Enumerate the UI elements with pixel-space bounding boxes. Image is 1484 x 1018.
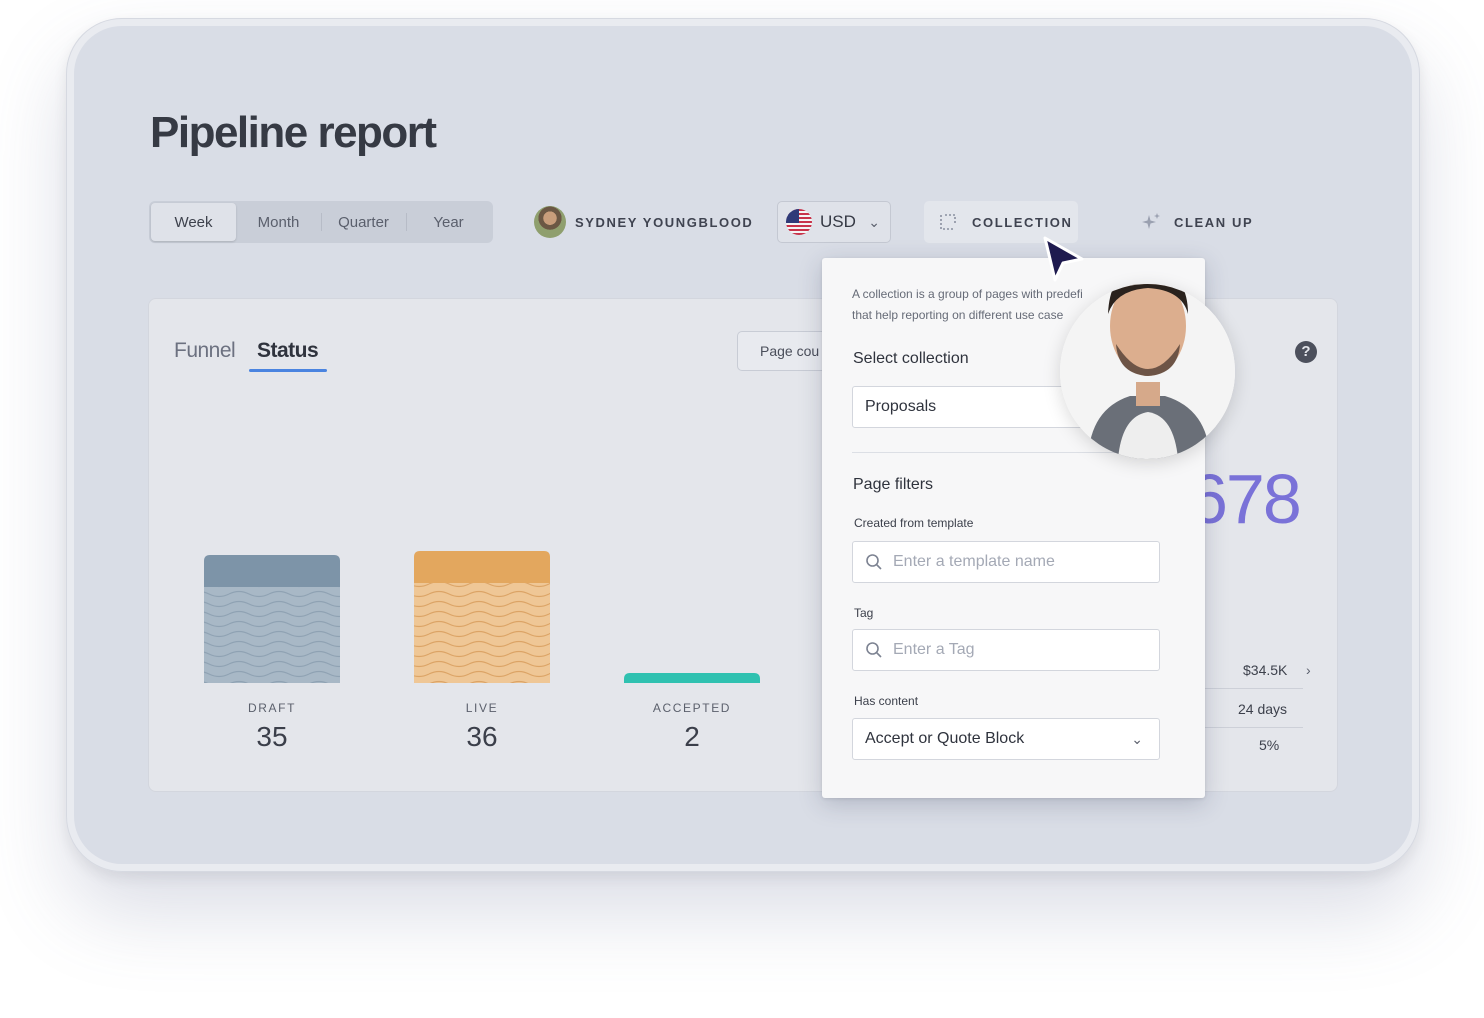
bar-pattern xyxy=(414,583,550,683)
divider xyxy=(1189,688,1303,689)
collection-label: COLLECTION xyxy=(972,214,1073,230)
avatar xyxy=(534,206,566,238)
chevron-right-icon[interactable]: › xyxy=(1306,662,1311,678)
bar-category-label: ACCEPTED xyxy=(652,701,732,715)
tag-placeholder: Enter a Tag xyxy=(893,641,975,658)
tag-search-input[interactable]: Enter a Tag xyxy=(852,629,1160,671)
help-icon[interactable]: ? xyxy=(1295,341,1317,363)
chart-canvas xyxy=(204,551,760,683)
chart-bar-draft[interactable] xyxy=(204,555,340,683)
user-filter-button[interactable]: SYDNEY YOUNGBLOOD xyxy=(534,206,753,238)
collection-select-value: Proposals xyxy=(865,398,937,415)
period-month-button[interactable]: Month xyxy=(236,203,321,241)
user-photo xyxy=(1060,284,1235,459)
divider xyxy=(1189,727,1303,728)
bar-category-label: DRAFT xyxy=(248,701,296,715)
currency-value: USD xyxy=(820,212,856,231)
status-chart: DRAFT 35 LIVE 36 ACCEPTED 2 xyxy=(149,299,849,793)
sparkle-icon xyxy=(1142,213,1160,229)
collection-icon xyxy=(940,214,956,230)
search-icon xyxy=(866,554,882,570)
period-year-button[interactable]: Year xyxy=(406,203,491,241)
bar-cap xyxy=(624,673,760,683)
chart-bar-live[interactable] xyxy=(414,551,550,683)
period-selector: Week Month Quarter Year xyxy=(149,201,493,243)
chart-bar-accepted[interactable] xyxy=(624,673,760,683)
period-week-button[interactable]: Week xyxy=(151,203,236,241)
page-filters-heading: Page filters xyxy=(853,476,934,493)
chevron-down-icon: ⌄ xyxy=(1131,730,1143,747)
content-label: Has content xyxy=(854,694,919,708)
period-quarter-button[interactable]: Quarter xyxy=(321,203,406,241)
us-flag-icon xyxy=(786,209,812,235)
template-placeholder: Enter a template name xyxy=(893,553,1055,570)
user-name: SYDNEY YOUNGBLOOD xyxy=(575,214,754,230)
headline-number: 678 xyxy=(1189,460,1302,538)
stat-value: 24 days xyxy=(1238,701,1288,717)
tag-label: Tag xyxy=(854,606,874,620)
page-title: Pipeline report xyxy=(150,108,437,157)
bar-value-label: 2 xyxy=(684,721,700,752)
chevron-down-icon: ⌄ xyxy=(868,213,880,230)
bar-pattern xyxy=(204,587,340,683)
cursor-icon xyxy=(1043,236,1084,282)
stat-value: 5% xyxy=(1259,737,1280,753)
content-select[interactable]: Accept or Quote Block ⌄ xyxy=(852,718,1160,760)
stat-value: $34.5K xyxy=(1243,662,1288,678)
person-photo-icon xyxy=(1060,284,1235,459)
template-search-input[interactable]: Enter a template name xyxy=(852,541,1160,583)
currency-select[interactable]: USD ⌄ xyxy=(777,201,891,243)
content-select-value: Accept or Quote Block xyxy=(865,730,1025,747)
select-collection-heading: Select collection xyxy=(853,350,969,367)
bar-cap xyxy=(204,555,340,587)
bar-value-label: 35 xyxy=(256,721,288,752)
bar-category-label: LIVE xyxy=(465,701,499,715)
template-label: Created from template xyxy=(854,516,974,530)
search-icon xyxy=(866,642,882,658)
bar-cap xyxy=(414,551,550,583)
clean-up-label: CLEAN UP xyxy=(1174,214,1254,230)
clean-up-button[interactable]: CLEAN UP xyxy=(1140,211,1253,233)
bar-value-label: 36 xyxy=(466,721,498,752)
